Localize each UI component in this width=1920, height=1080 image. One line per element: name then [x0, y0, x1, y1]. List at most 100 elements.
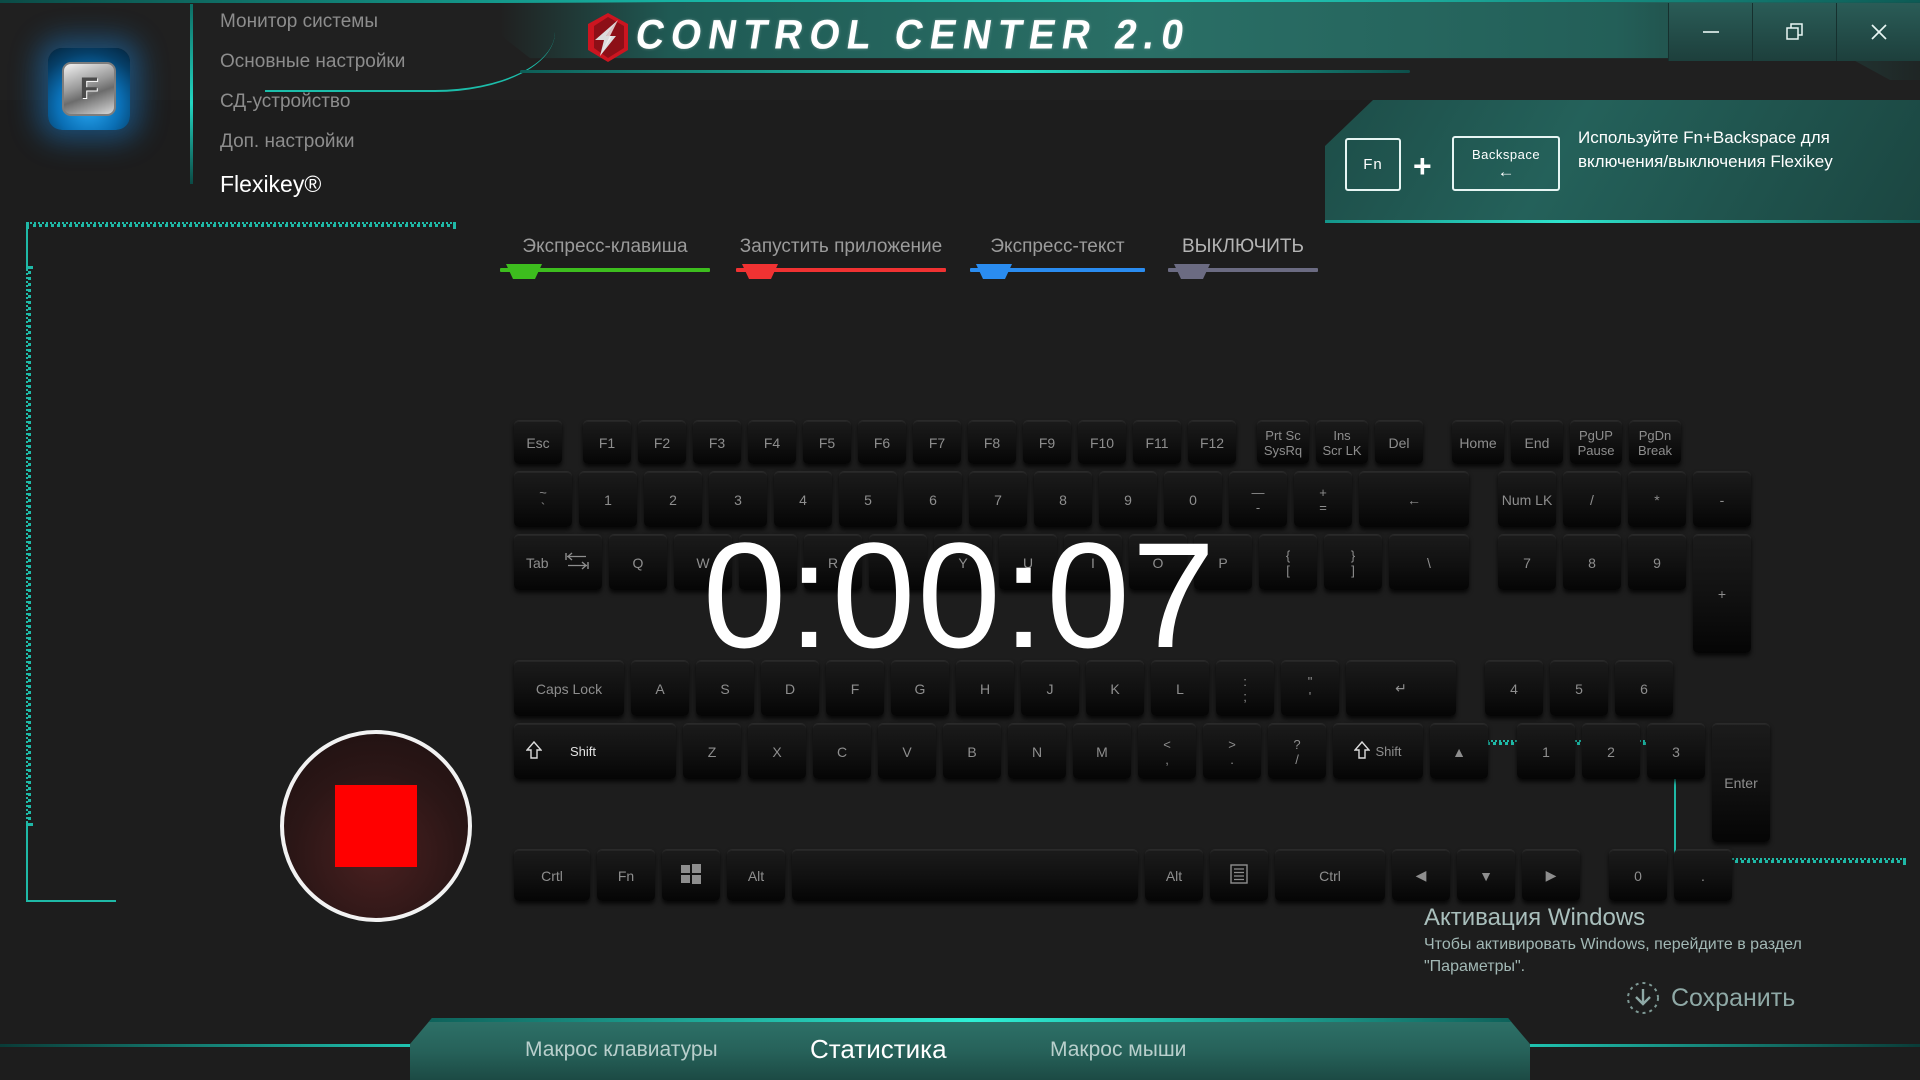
- key-6[interactable]: 6: [1615, 660, 1673, 716]
- nav-item-basic-settings[interactable]: Основные настройки: [220, 42, 500, 82]
- key-key[interactable]: + =: [1294, 471, 1352, 527]
- save-button[interactable]: Сохранить: [1625, 980, 1795, 1016]
- key-key[interactable]: — -: [1229, 471, 1287, 527]
- restore-button[interactable]: [1752, 3, 1836, 61]
- key-crtl[interactable]: Crtl: [514, 849, 590, 901]
- key-l[interactable]: L: [1151, 660, 1209, 716]
- key-q[interactable]: Q: [609, 534, 667, 590]
- key-4[interactable]: 4: [1485, 660, 1543, 716]
- key-f11[interactable]: F11: [1133, 420, 1181, 464]
- key-key[interactable]: }]: [1324, 534, 1382, 590]
- key-v[interactable]: V: [878, 723, 936, 779]
- key-pgup-pause[interactable]: PgUP Pause: [1570, 420, 1622, 464]
- key-2[interactable]: 2: [644, 471, 702, 527]
- stop-recording-button[interactable]: [280, 730, 472, 922]
- key-4[interactable]: 4: [774, 471, 832, 527]
- key-3[interactable]: 3: [1647, 723, 1705, 779]
- key-key[interactable]: [1210, 849, 1268, 901]
- key-w[interactable]: W: [674, 534, 732, 590]
- key-f8[interactable]: F8: [968, 420, 1016, 464]
- key-ctrl[interactable]: Ctrl: [1275, 849, 1385, 901]
- key-f2[interactable]: F2: [638, 420, 686, 464]
- key-key[interactable]: >.: [1203, 723, 1261, 779]
- key-7[interactable]: 7: [1498, 534, 1556, 590]
- key-k[interactable]: K: [1086, 660, 1144, 716]
- key-esc[interactable]: Esc: [514, 420, 562, 464]
- key-key[interactable]: [662, 849, 720, 901]
- key-key[interactable]: ▶: [1522, 849, 1580, 901]
- key-d[interactable]: D: [761, 660, 819, 716]
- close-button[interactable]: [1836, 3, 1920, 61]
- mode-tab-disable[interactable]: ВЫКЛЮЧИТЬ: [1168, 236, 1318, 279]
- key-caps-lock[interactable]: Caps Lock: [514, 660, 624, 716]
- mode-tab-launch-app[interactable]: Запустить приложение: [736, 236, 946, 279]
- key-f9[interactable]: F9: [1023, 420, 1071, 464]
- key-f4[interactable]: F4: [748, 420, 796, 464]
- key-key[interactable]: *: [1628, 471, 1686, 527]
- key-home[interactable]: Home: [1452, 420, 1504, 464]
- key-5[interactable]: 5: [1550, 660, 1608, 716]
- key-i[interactable]: I: [1064, 534, 1122, 590]
- key-g[interactable]: G: [891, 660, 949, 716]
- key-shift[interactable]: Shift: [1333, 723, 1423, 779]
- key-enter[interactable]: Enter: [1712, 723, 1770, 842]
- key-c[interactable]: C: [813, 723, 871, 779]
- tab-statistics[interactable]: Статистика: [810, 1034, 947, 1065]
- key-fn[interactable]: Fn: [597, 849, 655, 901]
- nav-item-flexikey[interactable]: Flexikey®: [220, 162, 500, 202]
- key-8[interactable]: 8: [1034, 471, 1092, 527]
- key-x[interactable]: X: [748, 723, 806, 779]
- key-n[interactable]: N: [1008, 723, 1066, 779]
- key-f10[interactable]: F10: [1078, 420, 1126, 464]
- nav-item-system-monitor[interactable]: Монитор системы: [220, 2, 500, 42]
- key-del[interactable]: Del: [1375, 420, 1423, 464]
- key-num-lk[interactable]: Num LK: [1498, 471, 1556, 527]
- key-y[interactable]: Y: [934, 534, 992, 590]
- key-o[interactable]: O: [1129, 534, 1187, 590]
- key-9[interactable]: 9: [1628, 534, 1686, 590]
- key-key[interactable]: \: [1389, 534, 1469, 590]
- nav-item-extra-settings[interactable]: Доп. настройки: [220, 122, 500, 162]
- key-j[interactable]: J: [1021, 660, 1079, 716]
- key-key[interactable]: ~ `: [514, 471, 572, 527]
- key-0[interactable]: 0: [1164, 471, 1222, 527]
- key-key[interactable]: <,: [1138, 723, 1196, 779]
- key-1[interactable]: 1: [1517, 723, 1575, 779]
- key-0[interactable]: 0: [1609, 849, 1667, 901]
- key-r[interactable]: R: [804, 534, 862, 590]
- key-u[interactable]: U: [999, 534, 1057, 590]
- key-key[interactable]: ▼: [1457, 849, 1515, 901]
- key-space[interactable]: [792, 849, 1138, 901]
- tab-keyboard-macro[interactable]: Макрос клавиатуры: [525, 1038, 718, 1062]
- key-alt[interactable]: Alt: [727, 849, 785, 901]
- key-alt[interactable]: Alt: [1145, 849, 1203, 901]
- key-9[interactable]: 9: [1099, 471, 1157, 527]
- key-key[interactable]: -: [1693, 471, 1751, 527]
- key-e[interactable]: E: [739, 534, 797, 590]
- key-8[interactable]: 8: [1563, 534, 1621, 590]
- key-shift[interactable]: Shift: [514, 723, 676, 779]
- key-pgdn-break[interactable]: PgDn Break: [1629, 420, 1681, 464]
- key-key[interactable]: ←: [1359, 471, 1469, 527]
- key-f12[interactable]: F12: [1188, 420, 1236, 464]
- key-5[interactable]: 5: [839, 471, 897, 527]
- key-f6[interactable]: F6: [858, 420, 906, 464]
- mode-tab-express-key[interactable]: Экспресс-клавиша: [500, 236, 710, 279]
- key-prt-sc-sysrq[interactable]: Prt Sc SysRq: [1257, 420, 1309, 464]
- key-1[interactable]: 1: [579, 471, 637, 527]
- key-f5[interactable]: F5: [803, 420, 851, 464]
- nav-item-led-device[interactable]: СД-устройство: [220, 82, 500, 122]
- key-key[interactable]: ↵: [1346, 660, 1456, 716]
- key-z[interactable]: Z: [683, 723, 741, 779]
- key-6[interactable]: 6: [904, 471, 962, 527]
- key-f7[interactable]: F7: [913, 420, 961, 464]
- key-tab[interactable]: Tab: [514, 534, 602, 590]
- key-s[interactable]: S: [696, 660, 754, 716]
- key-3[interactable]: 3: [709, 471, 767, 527]
- key-p[interactable]: P: [1194, 534, 1252, 590]
- key-h[interactable]: H: [956, 660, 1014, 716]
- key-b[interactable]: B: [943, 723, 1001, 779]
- key-a[interactable]: A: [631, 660, 689, 716]
- key-key[interactable]: ◀: [1392, 849, 1450, 901]
- key-f1[interactable]: F1: [583, 420, 631, 464]
